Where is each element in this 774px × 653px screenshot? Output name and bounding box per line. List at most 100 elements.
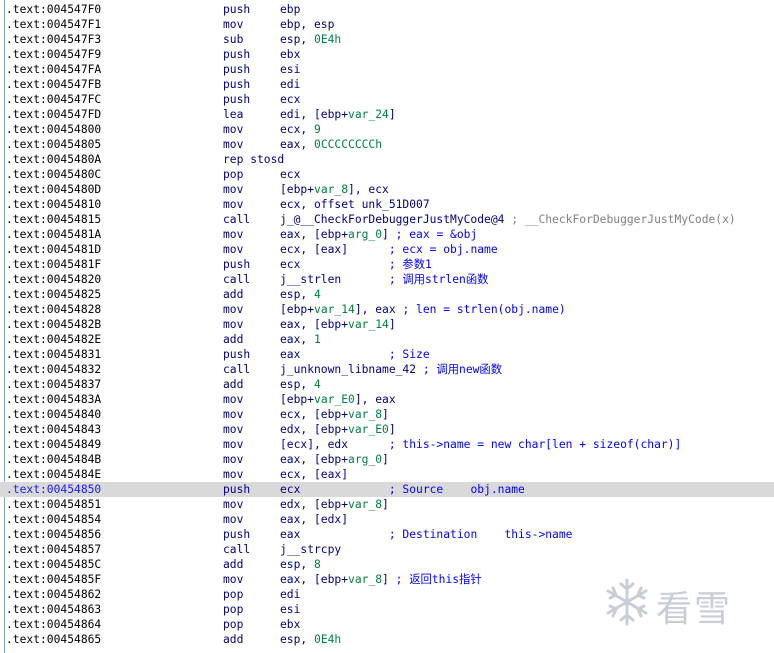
operands[interactable]: [ebp+var_E0], eax [280,392,396,407]
line-address[interactable]: .text:0045481A [6,227,101,242]
disassembly-view[interactable]: .text:004547F0 push ebp .text:004547F1 mov eb… [0,0,774,653]
code-line[interactable]: .text:0045481F push ecx ; 参数1 [0,257,774,272]
mnemonic[interactable]: add [223,287,243,302]
line-address[interactable]: .text:00454815 [6,212,101,227]
operands[interactable]: j_unknown_libname_42 ; 调用new函数 [280,362,502,377]
line-address[interactable]: .text:00454849 [6,437,101,452]
operands[interactable]: ecx ; 参数1 [280,257,432,272]
mnemonic[interactable]: add [223,332,243,347]
code-line[interactable]: .text:00454820 call j__strlen ; 调用strlen函数 [0,272,774,287]
mnemonic[interactable]: mov [223,497,243,512]
operands[interactable]: [ecx], edx ; this->name = new char[len +… [280,437,681,452]
operands[interactable]: eax, [ebp+var_8] ; 返回this指针 [280,572,482,587]
operands[interactable]: ecx, 9 [280,122,321,137]
code-line[interactable]: .text:0045485C add esp, 8 [0,557,774,572]
operands[interactable]: edx, [ebp+var_8] [280,497,389,512]
mnemonic[interactable]: rep stosd [223,152,284,167]
code-line[interactable]: .text:00454856 push eax ; Destination this… [0,527,774,542]
line-address[interactable]: .text:0045481D [6,242,101,257]
operands[interactable]: esp, 4 [280,377,321,392]
mnemonic[interactable]: mov [223,512,243,527]
code-line[interactable]: .text:0045480A rep stosd [0,152,774,167]
code-line[interactable]: .text:004547FC push ecx [0,92,774,107]
mnemonic[interactable]: lea [223,107,243,122]
operands[interactable]: edi [280,77,300,92]
line-address[interactable]: .text:0045482E [6,332,101,347]
mnemonic[interactable]: mov [223,392,243,407]
mnemonic[interactable]: push [223,2,250,17]
code-line[interactable]: .text:00454840 mov ecx, [ebp+var_8] [0,407,774,422]
operands[interactable]: eax, [edx] [280,512,348,527]
mnemonic[interactable]: mov [223,437,243,452]
mnemonic[interactable]: push [223,257,250,272]
line-address[interactable]: .text:004547F0 [6,2,101,17]
line-address[interactable]: .text:00454865 [6,632,101,647]
mnemonic[interactable]: push [223,77,250,92]
line-address[interactable]: .text:00454856 [6,527,101,542]
line-address[interactable]: .text:00454837 [6,377,101,392]
mnemonic[interactable]: push [223,527,250,542]
line-address[interactable]: .text:00454840 [6,407,101,422]
mnemonic[interactable]: mov [223,467,243,482]
operands[interactable]: ebx [280,47,300,62]
line-address[interactable]: .text:004547F9 [6,47,101,62]
operands[interactable]: eax, 0CCCCCCCCh [280,137,382,152]
code-line[interactable]: .text:00454810 mov ecx, offset unk_51D007 [0,197,774,212]
operands[interactable]: ecx [280,92,300,107]
code-line[interactable]: .text:00454865 add esp, 0E4h [0,632,774,647]
code-line[interactable]: .text:004547F1 mov ebp, esp [0,17,774,32]
mnemonic[interactable]: mov [223,572,243,587]
operands[interactable]: eax ; Size [280,347,430,362]
operands[interactable]: ecx ; Source obj.name [280,482,525,497]
mnemonic[interactable]: push [223,92,250,107]
code-line[interactable]: .text:00454831 push eax ; Size [0,347,774,362]
line-address[interactable]: .text:00454854 [6,512,101,527]
line-address[interactable]: .text:00454863 [6,602,101,617]
code-line[interactable]: .text:00454837 add esp, 4 [0,377,774,392]
operands[interactable]: esp, 0E4h [280,632,341,647]
operands[interactable]: ebp [280,2,300,17]
operands[interactable]: eax ; Destination this->name [280,527,572,542]
code-line[interactable]: .text:0045480C pop ecx [0,167,774,182]
code-line[interactable]: .text:00454851 mov edx, [ebp+var_8] [0,497,774,512]
mnemonic[interactable]: mov [223,122,243,137]
line-address[interactable]: .text:00454864 [6,617,101,632]
line-address[interactable]: .text:00454825 [6,287,101,302]
line-address[interactable]: .text:004547FD [6,107,101,122]
mnemonic[interactable]: pop [223,587,243,602]
mnemonic[interactable]: call [223,362,250,377]
code-line[interactable]: .text:00454857 call j__strcpy [0,542,774,557]
mnemonic[interactable]: mov [223,137,243,152]
mnemonic[interactable]: push [223,482,250,497]
mnemonic[interactable]: call [223,272,250,287]
code-line[interactable]: .text:00454815 call j_@__CheckForDebuggerJ… [0,212,774,227]
code-line[interactable]: .text:0045481A mov eax, [ebp+arg_0] ; eax … [0,227,774,242]
mnemonic[interactable]: mov [223,452,243,467]
line-address[interactable]: .text:00454843 [6,422,101,437]
mnemonic[interactable]: mov [223,422,243,437]
code-line[interactable]: .text:00454825 add esp, 4 [0,287,774,302]
operands[interactable]: ecx, [eax] ; ecx = obj.name [280,242,498,257]
mnemonic[interactable]: mov [223,227,243,242]
line-address[interactable]: .text:00454831 [6,347,101,362]
line-address[interactable]: .text:00454820 [6,272,101,287]
mnemonic[interactable]: call [223,542,250,557]
line-address[interactable]: .text:00454800 [6,122,101,137]
operands[interactable]: eax, [ebp+var_14] [280,317,396,332]
mnemonic[interactable]: pop [223,167,243,182]
line-address[interactable]: .text:0045480A [6,152,101,167]
mnemonic[interactable]: call [223,212,250,227]
line-address[interactable]: .text:00454832 [6,362,101,377]
mnemonic[interactable]: pop [223,602,243,617]
code-line[interactable]: .text:00454854 mov eax, [edx] [0,512,774,527]
operands[interactable]: ebx [280,617,300,632]
line-address[interactable]: .text:0045483A [6,392,101,407]
line-address[interactable]: .text:0045480D [6,182,101,197]
mnemonic[interactable]: push [223,47,250,62]
mnemonic[interactable]: add [223,557,243,572]
code-line[interactable]: .text:004547F9 push ebx [0,47,774,62]
line-address[interactable]: .text:00454828 [6,302,101,317]
operands[interactable]: edx, [ebp+var_E0] [280,422,396,437]
operands[interactable]: j_@__CheckForDebuggerJustMyCode@4 ; __Ch… [280,212,736,227]
mnemonic[interactable]: add [223,377,243,392]
